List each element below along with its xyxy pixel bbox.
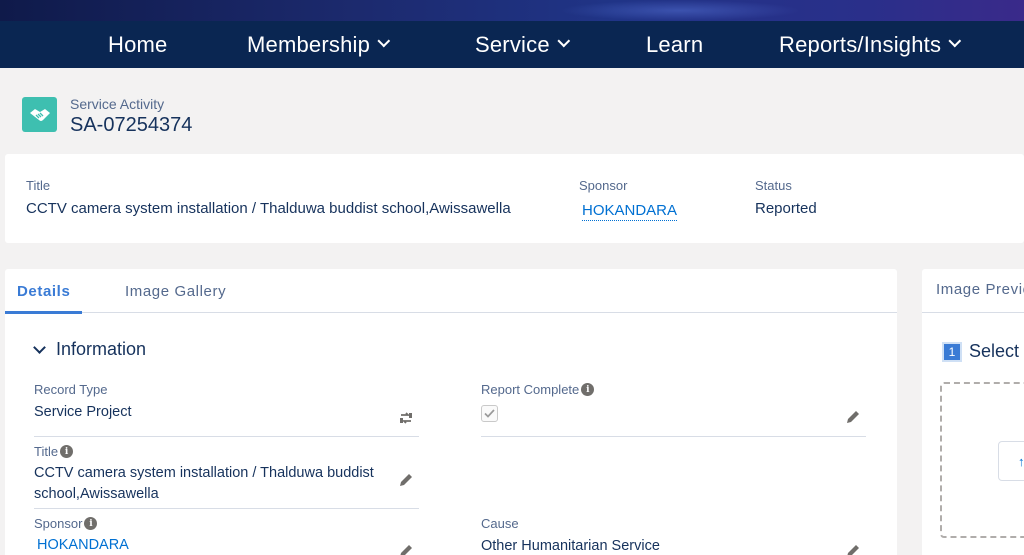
nav-home-label: Home bbox=[108, 31, 168, 57]
step-number-badge: 1 bbox=[942, 342, 962, 362]
top-banner bbox=[0, 0, 1024, 21]
report-complete-checkbox[interactable] bbox=[481, 405, 498, 422]
tab-image-preview[interactable]: Image Preview bbox=[936, 281, 1024, 298]
nav-service-label: Service bbox=[475, 31, 550, 57]
information-section-toggle[interactable]: Information bbox=[32, 338, 146, 360]
nav-home[interactable]: Home bbox=[108, 21, 168, 68]
pencil-icon[interactable] bbox=[398, 543, 414, 555]
info-icon[interactable]: i bbox=[581, 383, 595, 396]
highlight-sponsor-link[interactable]: HOKANDARA bbox=[582, 202, 678, 221]
title-value: CCTV camera system installation / Thaldu… bbox=[34, 465, 374, 502]
record-type-label: Record Type bbox=[34, 382, 107, 397]
highlight-title-label: Title bbox=[26, 178, 51, 193]
cause-label-text: Cause bbox=[481, 516, 519, 531]
handshake-icon bbox=[22, 97, 57, 132]
pencil-icon[interactable] bbox=[845, 409, 861, 425]
chevron-down-icon bbox=[33, 340, 46, 354]
chevron-down-icon bbox=[377, 34, 391, 48]
sponsor-label: Sponsor i bbox=[34, 516, 98, 531]
highlight-status-value: Reported bbox=[755, 200, 817, 217]
detail-tabs: Details Image Gallery bbox=[4, 269, 897, 314]
title-label-text: Title bbox=[34, 444, 59, 459]
nav-membership[interactable]: Membership bbox=[247, 21, 391, 68]
nav-membership-label: Membership bbox=[247, 31, 371, 57]
pencil-icon[interactable] bbox=[845, 543, 861, 555]
checkmark-icon bbox=[484, 409, 495, 418]
highlight-title-value: CCTV camera system installation / Thaldu… bbox=[26, 200, 511, 217]
nav-reports-insights[interactable]: Reports/Insights bbox=[779, 21, 962, 68]
object-type-label: Service Activity bbox=[70, 96, 165, 112]
main-nav: Home Membership Service Learn Reports/In… bbox=[0, 21, 1024, 68]
record-type-label-text: Record Type bbox=[34, 382, 108, 397]
preview-divider bbox=[922, 312, 1024, 313]
title-label: Title i bbox=[34, 444, 74, 459]
upload-button[interactable]: ↑ bbox=[998, 441, 1024, 481]
nav-reports-label: Reports/Insights bbox=[779, 31, 942, 57]
pencil-icon[interactable] bbox=[398, 472, 414, 488]
tab-image-gallery-label: Image Gallery bbox=[125, 282, 227, 300]
highlight-status-label: Status bbox=[755, 178, 792, 193]
record-name: SA-07254374 bbox=[70, 114, 193, 136]
report-complete-label-text: Report Complete bbox=[481, 382, 580, 397]
tab-image-gallery[interactable]: Image Gallery bbox=[125, 269, 226, 313]
cause-label: Cause bbox=[481, 516, 519, 531]
tab-details[interactable]: Details bbox=[4, 269, 83, 314]
cause-value: Other Humanitarian Service bbox=[481, 538, 660, 554]
sponsor-label-text: Sponsor bbox=[34, 516, 83, 531]
info-icon[interactable]: i bbox=[84, 517, 98, 530]
highlight-sponsor-label: Sponsor bbox=[579, 178, 628, 193]
chevron-down-icon bbox=[557, 34, 570, 48]
sponsor-link[interactable]: HOKANDARA bbox=[37, 537, 129, 553]
info-icon[interactable]: i bbox=[60, 445, 74, 458]
section-title: Information bbox=[56, 338, 147, 359]
field-divider bbox=[34, 508, 419, 509]
tab-details-label: Details bbox=[17, 282, 71, 300]
report-complete-label: Report Complete i bbox=[481, 382, 595, 397]
field-divider bbox=[481, 436, 866, 437]
step-text: Select bbox=[969, 341, 1020, 361]
highlights-panel bbox=[5, 154, 1024, 243]
chevron-down-icon bbox=[948, 34, 962, 48]
nav-learn[interactable]: Learn bbox=[646, 21, 703, 68]
upload-icon: ↑ bbox=[1018, 454, 1024, 469]
field-divider bbox=[34, 436, 419, 437]
banner-glow bbox=[560, 0, 800, 21]
nav-learn-label: Learn bbox=[646, 31, 704, 57]
change-record-type-icon[interactable] bbox=[398, 410, 414, 426]
nav-service[interactable]: Service bbox=[475, 21, 570, 68]
record-type-value: Service Project bbox=[34, 404, 132, 420]
